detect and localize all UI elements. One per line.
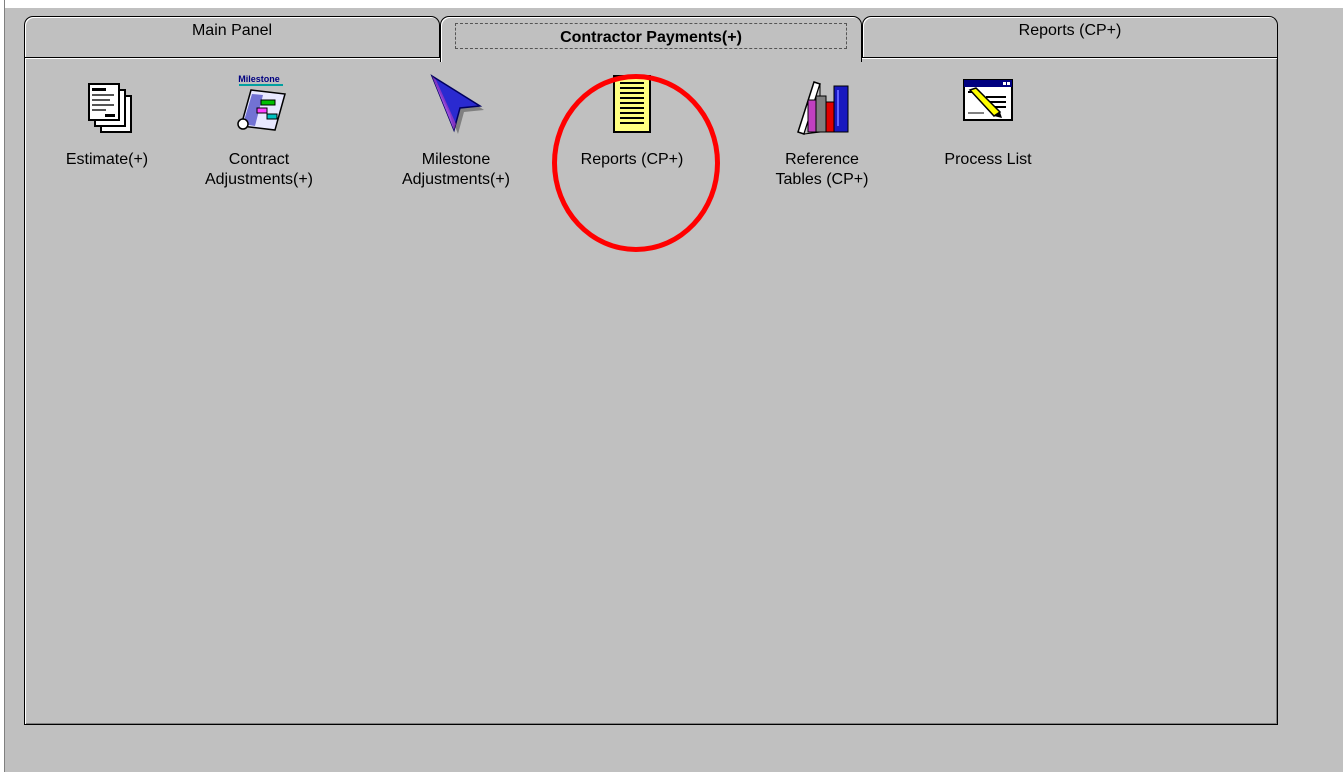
window-top-strip [0, 0, 1343, 8]
window-left-edge [0, 0, 5, 772]
launcher-estimate[interactable]: Estimate(+) [32, 74, 182, 170]
launcher-reports-cp[interactable]: Reports (CP+) [557, 74, 707, 170]
launcher-estimate-label: Estimate(+) [65, 151, 149, 168]
launcher-reference-tables[interactable]: Reference Tables (CP+) [747, 74, 897, 190]
milestone-caption: Milestone [238, 74, 280, 84]
launcher-reports-cp-label: Reports (CP+) [580, 151, 684, 168]
tab-panel-content: Estimate(+) Milestone Contract Adjustmen… [24, 57, 1278, 725]
tab-reports-cp-label: Reports (CP+) [1018, 22, 1122, 39]
arrow-cursor-icon [430, 74, 484, 134]
launcher-process-list[interactable]: Process List [913, 74, 1063, 170]
report-page-icon [613, 75, 651, 133]
launcher-process-list-label: Process List [944, 151, 1032, 168]
books-icon [797, 81, 849, 135]
tab-main-panel-label: Main Panel [191, 22, 273, 39]
launcher-milestone-adjustments-label: Milestone Adjustments(+) [401, 151, 511, 188]
window-pencil-icon [963, 79, 1013, 121]
launcher-milestone-adjustments[interactable]: Milestone Adjustments(+) [381, 74, 531, 190]
tab-contractor-payments-label: Contractor Payments(+) [560, 29, 742, 46]
milestone-chart-icon: Milestone [237, 74, 286, 131]
tab-contractor-payments[interactable]: Contractor Payments(+) [440, 16, 862, 62]
launcher-contract-adjustments[interactable]: Milestone Contract Adjustments(+) [184, 74, 334, 190]
launcher-contract-adjustments-label: Contract Adjustments(+) [204, 151, 314, 188]
launcher-reference-tables-label: Reference Tables (CP+) [775, 151, 869, 188]
tab-main-panel[interactable]: Main Panel [24, 16, 440, 58]
estimate-documents-icon [88, 83, 132, 133]
tab-reports-cp[interactable]: Reports (CP+) [862, 16, 1278, 58]
